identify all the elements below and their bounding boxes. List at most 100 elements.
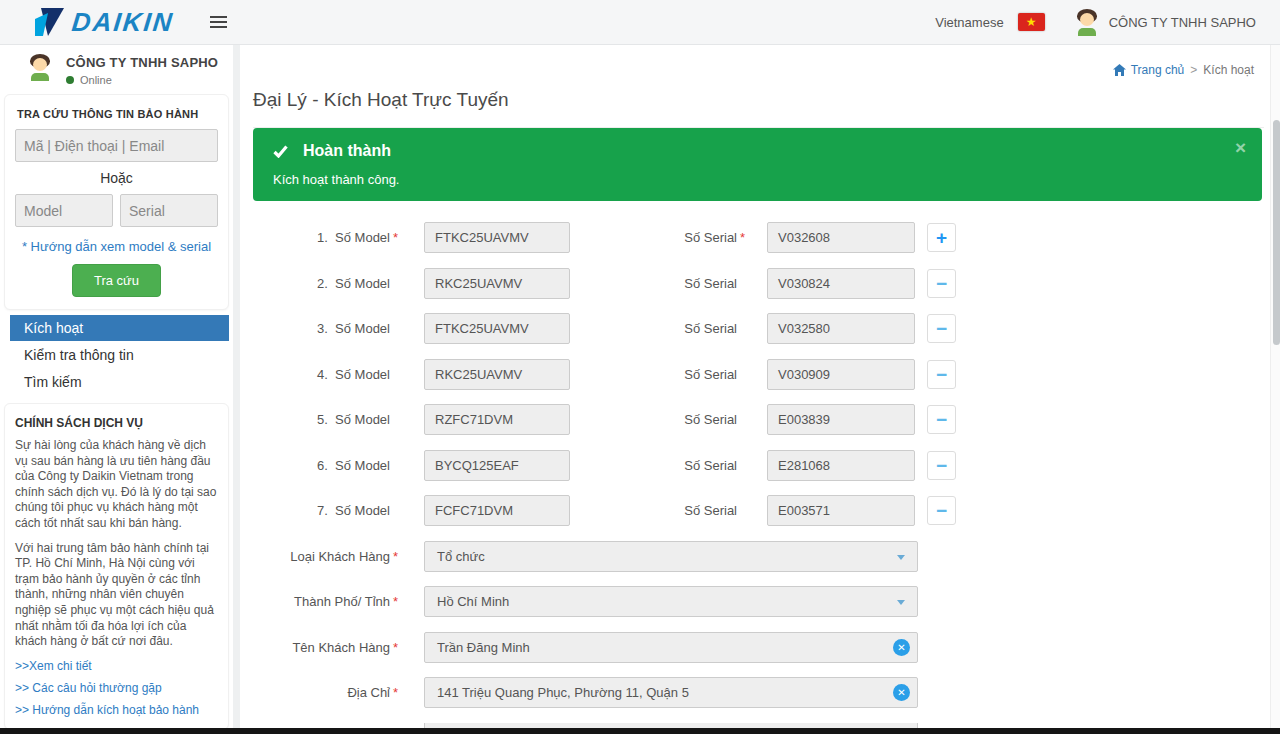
field-select[interactable]: Hồ Chí Minh (424, 586, 918, 617)
page-title: Đại Lý - Kích Hoạt Trực Tuyến (253, 89, 1264, 128)
activation-form: 1. Số Model * FTKC25UAVMV Số Serial * V0… (240, 222, 1270, 734)
model-serial-guide-link[interactable]: * Hướng dẫn xem model & serial (15, 239, 218, 254)
daikin-logo[interactable]: DAIKIN (34, 7, 174, 38)
remove-row-button[interactable]: − (927, 269, 956, 298)
vietnam-flag-icon[interactable]: ★ (1018, 13, 1045, 31)
serial-value-input[interactable]: E003571 (767, 495, 915, 526)
serial-label: Số Serial (570, 503, 737, 518)
serial-label: Số Serial (570, 458, 737, 473)
model-value-input[interactable]: RKC25UAVMV (424, 268, 570, 299)
customer-field-row: Tên Khách Hàng * Trần Đăng Minh✕ (240, 632, 1270, 663)
field-label: Tên Khách Hàng (240, 640, 390, 655)
required-asterisk: * (393, 594, 403, 609)
required-asterisk: * (393, 230, 403, 245)
required-asterisk: * (740, 230, 750, 245)
field-label: Địa Chỉ (240, 685, 390, 700)
breadcrumb-separator: > (1190, 63, 1197, 77)
success-alert: Hoàn thành Kích hoạt thành công. × (253, 128, 1262, 201)
alert-message: Kích hoạt thành công. (273, 172, 1242, 187)
model-serial-row: 2. Số Model RKC25UAVMV Số Serial V030824… (240, 268, 1270, 299)
alert-title: Hoàn thành (303, 142, 391, 160)
remove-row-button[interactable]: − (927, 314, 956, 343)
remove-row-button[interactable]: − (927, 405, 956, 434)
breadcrumb-current: Kích hoạt (1203, 63, 1254, 77)
header-user-name[interactable]: CÔNG TY TNHH SAPHO (1109, 15, 1256, 30)
top-header: DAIKIN Vietnamese ★ CÔNG TY TNHH SAPHO (0, 0, 1280, 45)
serial-value-input[interactable]: V032608 (767, 222, 915, 253)
model-serial-row: 5. Số Model RZFC71DVM Số Serial E003839 … (240, 404, 1270, 435)
page-scrollbar[interactable] (1270, 45, 1280, 734)
required-asterisk: * (393, 549, 403, 564)
serial-value-input[interactable]: E281068 (767, 450, 915, 481)
main-content: Trang chủ > Kích hoạt Đại Lý - Kích Hoạt… (240, 45, 1270, 728)
model-input[interactable]: Model (15, 194, 113, 227)
field-select[interactable]: Tổ chức (424, 541, 918, 572)
policy-title: CHÍNH SÁCH DỊCH VỤ (15, 416, 220, 430)
faq-link[interactable]: >> Các câu hỏi thường gặp (15, 681, 220, 695)
customer-field-row: Thành Phố/ Tỉnh * Hồ Chí Minh (240, 586, 1270, 617)
serial-label: Số Serial (570, 321, 737, 336)
required-asterisk: * (393, 640, 403, 655)
online-status-label: Online (80, 74, 112, 86)
clear-icon[interactable]: ✕ (893, 639, 910, 656)
home-icon (1113, 64, 1126, 76)
model-value-input[interactable]: RZFC71DVM (424, 404, 570, 435)
remove-row-button[interactable]: − (927, 360, 956, 389)
remove-row-button[interactable]: − (927, 451, 956, 480)
scrollbar-thumb[interactable] (1273, 120, 1280, 345)
breadcrumb-home[interactable]: Trang chủ (1113, 63, 1185, 77)
profile-name: CÔNG TY TNHH SAPHO (66, 55, 218, 70)
user-avatar[interactable] (1073, 8, 1101, 36)
model-label: 6. Số Model (240, 458, 390, 473)
warranty-search-panel: TRA CỨU THÔNG TIN BẢO HÀNH Mã | Điện tho… (4, 94, 229, 310)
customer-field-row: Địa Chỉ * 141 Triệu Quang Phục, Phường 1… (240, 677, 1270, 708)
model-label: 5. Số Model (240, 412, 390, 427)
language-label[interactable]: Vietnamese (935, 15, 1003, 30)
serial-label: Số Serial (570, 412, 737, 427)
alert-close-icon[interactable]: × (1235, 138, 1246, 157)
chevron-down-icon (897, 600, 905, 605)
menu-item-tim-kiem[interactable]: Tìm kiếm (10, 369, 227, 395)
sidebar-divider (233, 45, 240, 734)
model-value-input[interactable]: BYCQ125EAF (424, 450, 570, 481)
serial-value-input[interactable]: E003839 (767, 404, 915, 435)
field-input[interactable]: Trần Đăng Minh (424, 632, 918, 663)
serial-value-input[interactable]: V030824 (767, 268, 915, 299)
sidebar: CÔNG TY TNHH SAPHO Online TRA CỨU THÔNG … (0, 45, 233, 728)
model-label: 1. Số Model (240, 230, 390, 245)
serial-input[interactable]: Serial (120, 194, 218, 227)
model-value-input[interactable]: FTKC25UAVMV (424, 222, 570, 253)
serial-label: Số Serial (570, 276, 737, 291)
menu-toggle-icon[interactable] (210, 13, 227, 31)
model-label: 2. Số Model (240, 276, 390, 291)
model-value-input[interactable]: RKC25UAVMV (424, 359, 570, 390)
model-label: 3. Số Model (240, 321, 390, 336)
policy-detail-link[interactable]: >>Xem chi tiết (15, 659, 220, 673)
sidebar-profile: CÔNG TY TNHH SAPHO Online (0, 45, 233, 94)
field-label: Thành Phố/ Tỉnh (240, 594, 390, 609)
required-asterisk: * (393, 685, 403, 700)
model-value-input[interactable]: FCFC71DVM (424, 495, 570, 526)
menu-item-kich-hoat[interactable]: Kích hoạt (10, 315, 229, 341)
menu-item-kiem-tra-thong-tin[interactable]: Kiểm tra thông tin (10, 342, 227, 368)
model-serial-row: 3. Số Model FTKC25UAVMV Số Serial V03258… (240, 313, 1270, 344)
model-serial-row: 7. Số Model FCFC71DVM Số Serial E003571 … (240, 495, 1270, 526)
model-value-input[interactable]: FTKC25UAVMV (424, 313, 570, 344)
daikin-logo-text: DAIKIN (70, 7, 175, 38)
or-label: Hoặc (15, 170, 218, 186)
bottom-edge-strip (0, 728, 1280, 734)
field-input[interactable]: 141 Triệu Quang Phục, Phường 11, Quận 5 (424, 677, 918, 708)
clear-icon[interactable]: ✕ (893, 684, 910, 701)
search-button[interactable]: Tra cứu (72, 264, 161, 297)
service-policy-panel: CHÍNH SÁCH DỊCH VỤ Sự hài lòng của khách… (4, 403, 229, 728)
search-panel-title: TRA CỨU THÔNG TIN BẢO HÀNH (17, 108, 216, 120)
serial-value-input[interactable]: V030909 (767, 359, 915, 390)
check-icon (273, 145, 288, 158)
policy-paragraph-2: Với hai trung tâm bảo hành chính tại TP.… (15, 541, 220, 650)
serial-label: Số Serial (570, 230, 737, 245)
serial-value-input[interactable]: V032580 (767, 313, 915, 344)
remove-row-button[interactable]: − (927, 496, 956, 525)
code-phone-email-input[interactable]: Mã | Điện thoại | Email (15, 129, 218, 162)
add-row-button[interactable]: + (927, 223, 956, 252)
activation-guide-link[interactable]: >> Hướng dẫn kích hoạt bảo hành (15, 703, 220, 717)
